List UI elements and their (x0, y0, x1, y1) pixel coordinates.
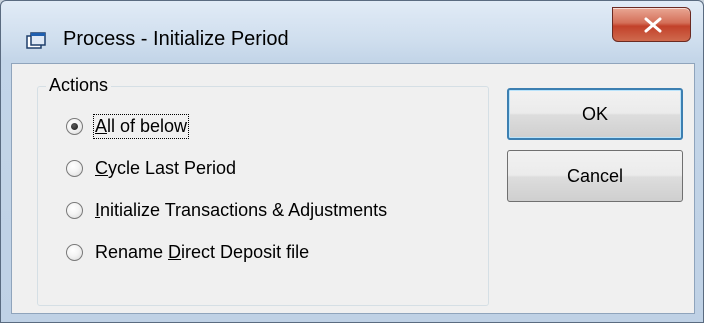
dialog-body: Actions All of below Cycle Last Period I… (11, 63, 695, 314)
radio-label: Cycle Last Period (95, 157, 237, 178)
dialog-window: Process - Initialize Period Actions All … (0, 0, 704, 323)
cancel-button[interactable]: Cancel (507, 150, 683, 202)
window-app-icon[interactable] (25, 31, 47, 51)
radio-button[interactable] (66, 201, 83, 219)
radio-initialize-transactions[interactable]: Initialize Transactions & Adjustments (66, 196, 387, 224)
radio-label: Rename Direct Deposit file (95, 241, 310, 262)
radio-button[interactable] (66, 243, 83, 261)
ok-button[interactable]: OK (507, 88, 683, 140)
actions-groupbox: Actions All of below Cycle Last Period I… (37, 74, 489, 306)
close-icon (644, 17, 662, 33)
radio-button-checked[interactable] (66, 117, 83, 135)
radio-button[interactable] (66, 159, 83, 177)
window-title: Process - Initialize Period (63, 28, 289, 50)
radio-rename-direct-deposit[interactable]: Rename Direct Deposit file (66, 238, 309, 266)
radio-label: Initialize Transactions & Adjustments (95, 199, 388, 220)
radio-label: All of below (92, 113, 190, 139)
actions-group-legend: Actions (46, 74, 112, 96)
title-bar[interactable]: Process - Initialize Period (1, 1, 703, 53)
close-button[interactable] (612, 7, 691, 42)
radio-cycle-last-period[interactable]: Cycle Last Period (66, 154, 236, 182)
radio-all-of-below[interactable]: All of below (66, 112, 190, 140)
